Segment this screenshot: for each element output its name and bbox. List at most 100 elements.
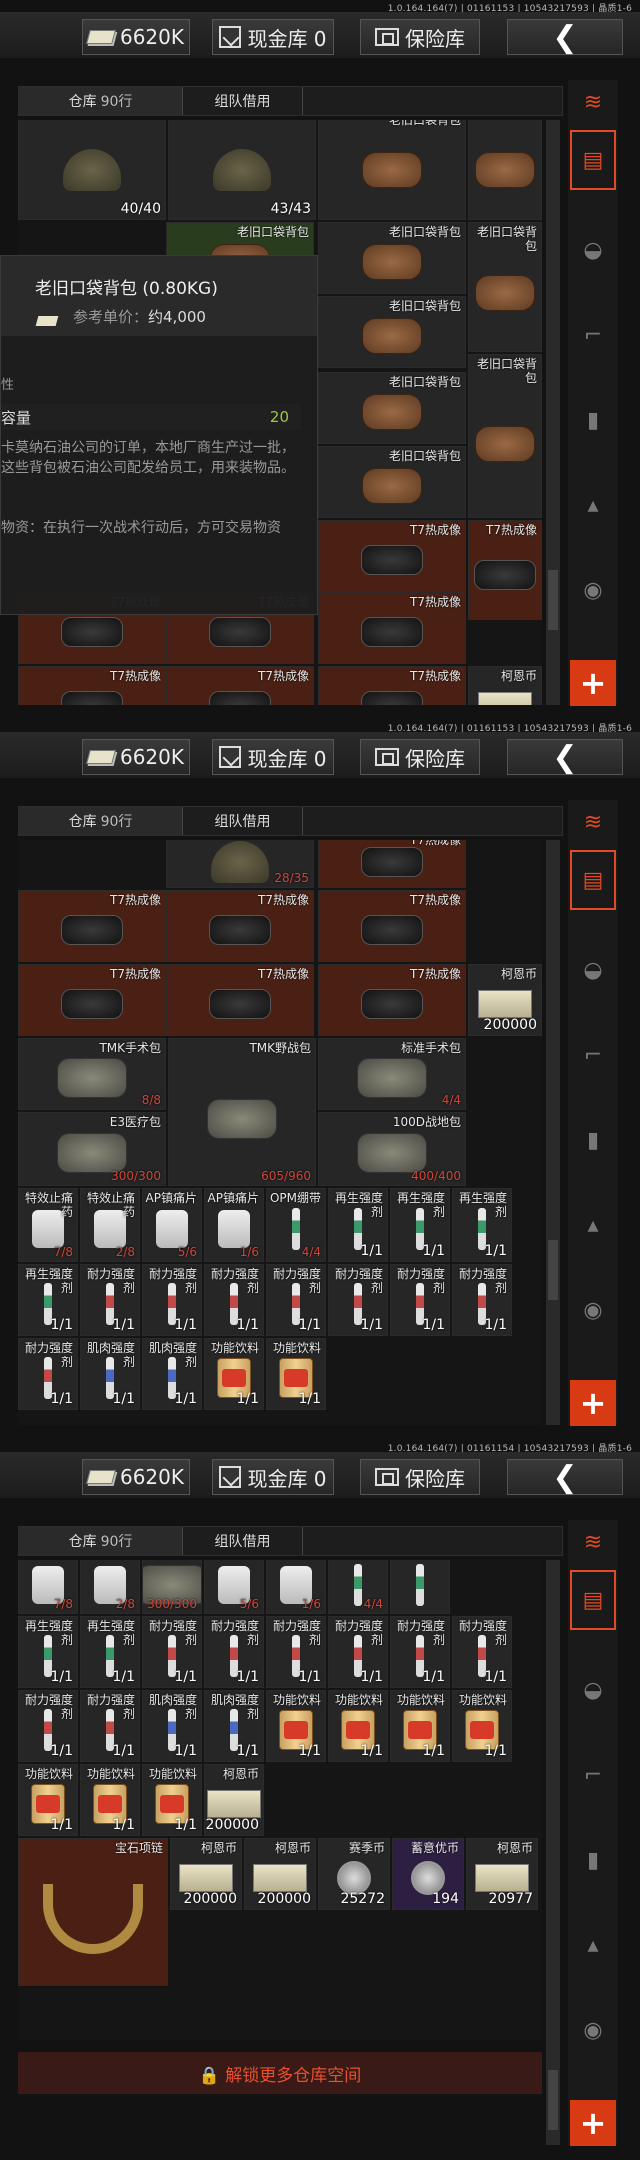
- sort-icon[interactable]: ≋: [568, 84, 618, 120]
- category-ammo-icon[interactable]: ▴: [570, 1195, 616, 1255]
- category-backpack-icon[interactable]: ▤: [570, 850, 616, 910]
- inventory-item[interactable]: 再生强度剂 1/1: [390, 1188, 450, 1262]
- inventory-item[interactable]: T7热成像: [18, 666, 166, 705]
- category-helmet-icon[interactable]: ◒: [570, 940, 616, 1000]
- tab-team-borrow[interactable]: 组队借用: [183, 807, 303, 835]
- inventory-item[interactable]: TMK手术包 8/8: [18, 1038, 166, 1110]
- inventory-item[interactable]: E3医疗包300/300: [168, 1112, 170, 1114]
- safe-box-button[interactable]: 保险库: [360, 1459, 480, 1495]
- inventory-item[interactable]: 赛季币 25272: [318, 1838, 390, 1910]
- inventory-item[interactable]: 功能饮料 1/1: [142, 1764, 202, 1836]
- tab-warehouse[interactable]: 仓库 90行: [19, 1527, 183, 1555]
- sort-icon[interactable]: ≋: [568, 804, 618, 840]
- category-magazine-icon[interactable]: ▮: [570, 1830, 616, 1890]
- inventory-item[interactable]: 耐力强度剂 1/1: [18, 1338, 78, 1410]
- inventory-item[interactable]: 耐力强度剂 1/1: [390, 1616, 450, 1688]
- inventory-item[interactable]: 柯恩币 200000: [170, 1838, 242, 1910]
- inventory-item[interactable]: T7热成像: [166, 890, 314, 962]
- inventory-item[interactable]: E3医疗包300/300: [18, 1112, 166, 1186]
- inventory-item[interactable]: 肌肉强度剂 1/1: [142, 1338, 202, 1410]
- inventory-item[interactable]: TMK野战包 605/960: [168, 1038, 316, 1186]
- inventory-item[interactable]: 老旧口袋背包: [318, 222, 466, 294]
- inventory-item[interactable]: 功能饮料 1/1: [266, 1338, 326, 1410]
- inventory-item[interactable]: 肌肉强度剂 1/1: [80, 1338, 140, 1410]
- inventory-item[interactable]: 特效止痛药 7/8: [18, 1188, 78, 1262]
- category-scope-icon[interactable]: ◉: [570, 560, 616, 620]
- inventory-item[interactable]: T7热成像: [318, 890, 466, 962]
- inventory-item[interactable]: 耐力强度剂 1/1: [328, 1616, 388, 1688]
- inventory-item[interactable]: 7/8: [18, 1560, 78, 1614]
- inventory-item[interactable]: T7热成像: [18, 964, 166, 1036]
- inventory-item[interactable]: 柯恩币 20977: [466, 1838, 538, 1910]
- tab-warehouse[interactable]: 仓库 90行: [19, 807, 183, 835]
- category-magazine-icon[interactable]: ▮: [570, 1110, 616, 1170]
- tab-team-borrow[interactable]: 组队借用: [183, 1527, 303, 1555]
- inventory-item[interactable]: 耐力强度剂 1/1: [18, 1690, 78, 1762]
- inventory-item[interactable]: 标准手术包 4/4: [318, 1038, 466, 1110]
- inventory-item[interactable]: [390, 1560, 450, 1614]
- inventory-item[interactable]: 肌肉强度剂 1/1: [142, 1690, 202, 1762]
- scroll-thumb[interactable]: [548, 2070, 558, 2130]
- inventory-item[interactable]: 老旧口袋背包: [318, 446, 466, 518]
- inventory-item[interactable]: 老旧口袋背包: [318, 372, 466, 444]
- category-rifle-icon[interactable]: ⌐: [570, 1025, 616, 1085]
- scrollbar[interactable]: [546, 840, 560, 1425]
- scroll-thumb[interactable]: [548, 570, 558, 630]
- inventory-item[interactable]: AP镇痛片 1/6: [204, 1188, 264, 1262]
- inventory-item[interactable]: 耐力强度剂 1/1: [204, 1616, 264, 1688]
- inventory-item[interactable]: 功能饮料 1/1: [452, 1690, 512, 1762]
- inventory-item[interactable]: T7热成像: [318, 520, 466, 592]
- inventory-item[interactable]: [468, 120, 542, 220]
- inventory-item[interactable]: T7热成像: [318, 592, 466, 664]
- inventory-item[interactable]: 2/8: [80, 1560, 140, 1614]
- category-magazine-icon[interactable]: ▮: [570, 390, 616, 450]
- inventory-item[interactable]: 耐力强度剂 1/1: [266, 1616, 326, 1688]
- inventory-item[interactable]: T7热成像: [166, 964, 314, 1036]
- inventory-item[interactable]: 功能饮料 1/1: [80, 1764, 140, 1836]
- inventory-item[interactable]: 耐力强度剂 1/1: [452, 1264, 512, 1336]
- category-helmet-icon[interactable]: ◒: [570, 1660, 616, 1720]
- unlock-more-space-button[interactable]: 🔒 解锁更多仓库空间: [18, 2052, 542, 2094]
- inventory-item[interactable]: AP镇痛片 5/6: [142, 1188, 202, 1262]
- inventory-item[interactable]: 耐力强度剂 1/1: [266, 1264, 326, 1336]
- add-button[interactable]: +: [570, 1380, 616, 1426]
- inventory-item[interactable]: 柯恩币 200000: [244, 1838, 316, 1910]
- add-button[interactable]: +: [570, 660, 616, 706]
- inventory-item[interactable]: 5/6: [204, 1560, 264, 1614]
- inventory-item[interactable]: 耐力强度剂 1/1: [80, 1264, 140, 1336]
- safe-box-button[interactable]: 保险库: [360, 19, 480, 55]
- money-display[interactable]: 6620K: [82, 1459, 190, 1495]
- category-helmet-icon[interactable]: ◒: [570, 220, 616, 280]
- add-button[interactable]: +: [570, 2100, 616, 2146]
- inventory-item[interactable]: 43/43: [168, 120, 316, 220]
- inventory-item[interactable]: 再生强度剂 1/1: [18, 1264, 78, 1336]
- inventory-item[interactable]: 耐力强度剂 1/1: [142, 1616, 202, 1688]
- category-rifle-icon[interactable]: ⌐: [570, 305, 616, 365]
- category-rifle-icon[interactable]: ⌐: [570, 1745, 616, 1805]
- category-scope-icon[interactable]: ◉: [570, 2000, 616, 2060]
- money-display[interactable]: 6620K: [82, 739, 190, 775]
- category-ammo-icon[interactable]: ▴: [570, 1915, 616, 1975]
- inventory-item[interactable]: 再生强度剂 1/1: [80, 1616, 140, 1688]
- inventory-item[interactable]: T7热成像: [468, 520, 542, 620]
- category-backpack-icon[interactable]: ▤: [570, 1570, 616, 1630]
- inventory-item[interactable]: T7热成像: [18, 890, 166, 962]
- inventory-item[interactable]: OPM绷带 4/4: [266, 1188, 326, 1262]
- inventory-item[interactable]: 功能饮料 1/1: [204, 1338, 264, 1410]
- inventory-item[interactable]: 功能饮料 1/1: [18, 1764, 78, 1836]
- tab-warehouse[interactable]: 仓库 90行: [19, 87, 183, 115]
- inventory-item[interactable]: 功能饮料 1/1: [328, 1690, 388, 1762]
- inventory-item[interactable]: T7热成像: [318, 666, 466, 705]
- inventory-item[interactable]: 耐力强度剂 1/1: [142, 1264, 202, 1336]
- inventory-item[interactable]: 100D战地包 400/400: [318, 1112, 466, 1186]
- inventory-item[interactable]: 28/35: [166, 840, 314, 888]
- inventory-item[interactable]: 老旧口袋背包: [468, 222, 542, 352]
- inventory-item[interactable]: 蓄意优币 194: [392, 1838, 464, 1910]
- inventory-item[interactable]: T7热成像: [318, 840, 466, 888]
- cash-vault-button[interactable]: 现金库 0: [212, 739, 334, 775]
- cash-vault-button[interactable]: 现金库 0: [212, 1459, 334, 1495]
- inventory-item[interactable]: 柯恩币 200000: [204, 1764, 264, 1836]
- inventory-item[interactable]: 柯恩币: [468, 666, 542, 705]
- inventory-item[interactable]: 再生强度剂 1/1: [328, 1188, 388, 1262]
- money-display[interactable]: 6620K: [82, 19, 190, 55]
